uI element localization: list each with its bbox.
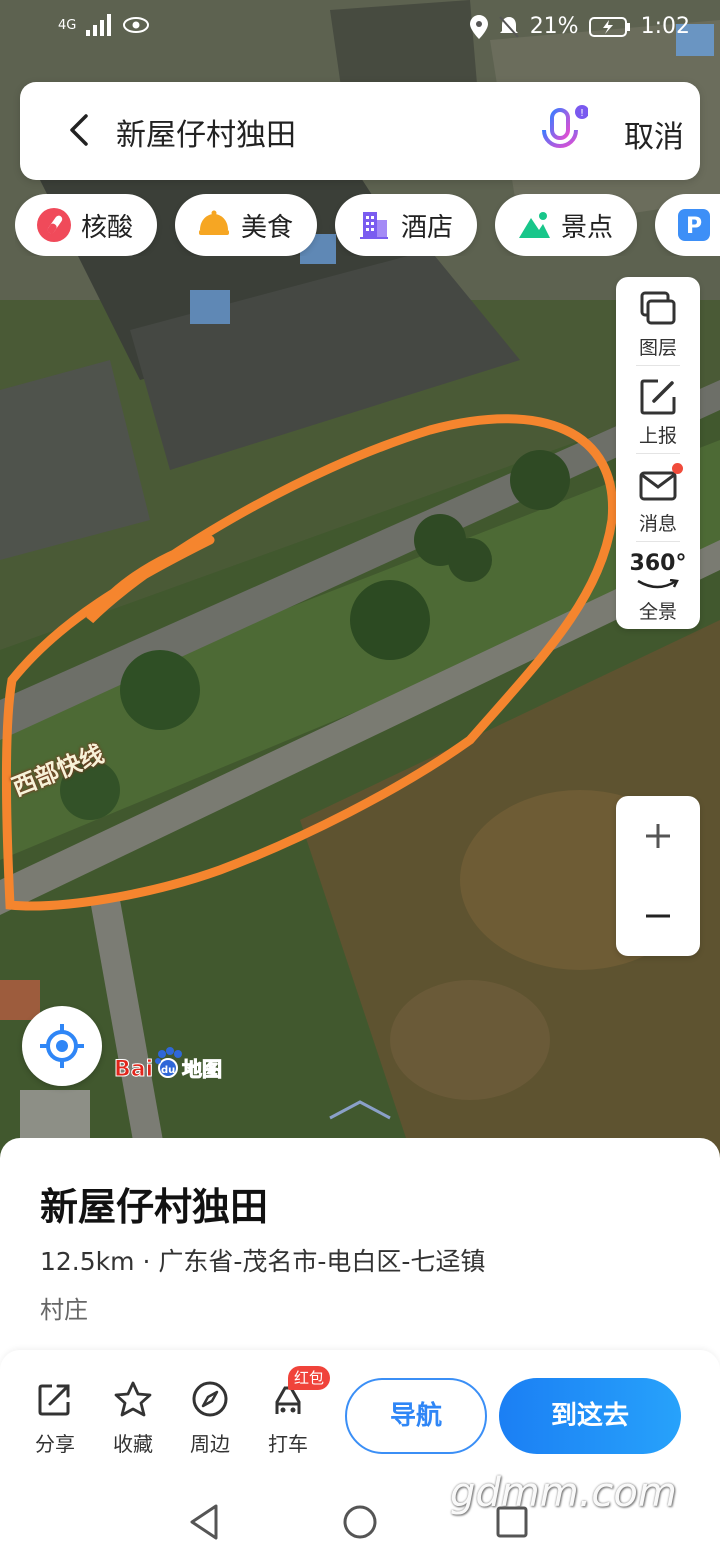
chip-hotel[interactable]: 酒店 [335, 194, 477, 256]
report-button[interactable]: 上报 [616, 365, 700, 453]
signal-icon [86, 14, 112, 36]
cancel-button[interactable]: 取消 [624, 112, 684, 156]
status-bar: 4G 21% 1:02 [0, 0, 720, 60]
chip-parking[interactable]: P [655, 194, 720, 256]
chip-scenic[interactable]: 景点 [495, 194, 637, 256]
favorite-label: 收藏 [113, 1432, 153, 1456]
location-pin-icon [469, 14, 488, 39]
svg-text:地图: 地图 [182, 1057, 222, 1081]
voice-mic-icon[interactable]: ! [538, 104, 588, 158]
panorama-label: 全景 [638, 601, 677, 623]
crosshair-icon [40, 1024, 84, 1068]
map-toolbar: 图层 上报 消息 360° 全景 [616, 277, 700, 629]
report-label: 上报 [638, 425, 677, 447]
favorite-button[interactable]: 收藏 [98, 1380, 168, 1457]
food-icon [199, 210, 229, 235]
battery-icon [588, 16, 630, 37]
taxi-label: 打车 [268, 1432, 308, 1456]
svg-text:!: ! [580, 108, 584, 119]
svg-text:du: du [161, 1065, 175, 1076]
layers-icon [640, 291, 676, 325]
chip-nucleic-acid[interactable]: 核酸 [15, 194, 157, 256]
locate-button[interactable] [22, 1006, 102, 1086]
chip-label: 景点 [561, 212, 614, 243]
layers-label: 图层 [638, 337, 677, 359]
star-icon [114, 1381, 152, 1417]
edit-report-icon [640, 379, 676, 415]
svg-text:P: P [686, 214, 702, 239]
messages-button[interactable]: 消息 [616, 453, 700, 541]
messages-label: 消息 [638, 513, 677, 535]
go-here-button[interactable]: 到这去 [499, 1378, 681, 1454]
watermark-text: gdmm.com [450, 1470, 677, 1516]
action-bar: 分享 收藏 周边 打车 红包 导航 到这去 [0, 1350, 720, 1480]
network-label: 4G [58, 17, 77, 33]
unread-dot [672, 463, 683, 474]
nearby-button[interactable]: 周边 [175, 1380, 245, 1457]
category-chips: 核酸 美食 酒店 景点 P [15, 194, 720, 256]
chip-label: 酒店 [401, 212, 454, 243]
chip-label: 核酸 [81, 212, 134, 243]
share-icon [38, 1384, 70, 1416]
zoom-out-icon[interactable] [616, 876, 700, 956]
eye-icon [123, 17, 150, 33]
nav-back-icon[interactable] [186, 1502, 226, 1542]
svg-text:Bai: Bai [114, 1057, 153, 1082]
panorama-button[interactable]: 360° 全景 [616, 541, 700, 629]
parking-icon: P [678, 209, 710, 241]
zoom-controls [616, 796, 700, 956]
battery-percent: 21% [529, 14, 579, 39]
mute-bell-icon [498, 15, 519, 38]
nav-home-icon[interactable] [340, 1502, 380, 1542]
hotel-icon [360, 212, 388, 239]
red-packet-badge: 红包 [288, 1366, 331, 1390]
share-label: 分享 [35, 1432, 75, 1456]
rotate-arrow-icon [637, 579, 679, 589]
nearby-label: 周边 [190, 1432, 230, 1456]
taxi-button[interactable]: 打车 [253, 1380, 323, 1457]
place-address: 12.5km · 广东省-茂名市-电白区-七迳镇 [40, 1247, 486, 1276]
compass-icon [192, 1381, 228, 1417]
panorama-360-icon: 360° [629, 551, 687, 576]
search-bar[interactable]: 新屋仔村独田 ! 取消 [20, 82, 700, 180]
layers-button[interactable]: 图层 [616, 277, 700, 365]
place-title: 新屋仔村独田 [40, 1185, 269, 1229]
scenic-icon [519, 212, 550, 238]
baidu-map-logo: Bai du 地图 [114, 1047, 223, 1083]
test-tube-icon [37, 208, 71, 242]
chip-label: 美食 [241, 212, 294, 243]
zoom-in-icon[interactable] [616, 796, 700, 876]
back-arrow-icon[interactable] [60, 110, 100, 150]
search-query[interactable]: 新屋仔村独田 [116, 110, 296, 154]
clock: 1:02 [640, 14, 690, 39]
chip-food[interactable]: 美食 [175, 194, 317, 256]
place-category: 村庄 [40, 1296, 88, 1324]
share-button[interactable]: 分享 [20, 1380, 90, 1457]
navigate-button[interactable]: 导航 [345, 1378, 487, 1454]
